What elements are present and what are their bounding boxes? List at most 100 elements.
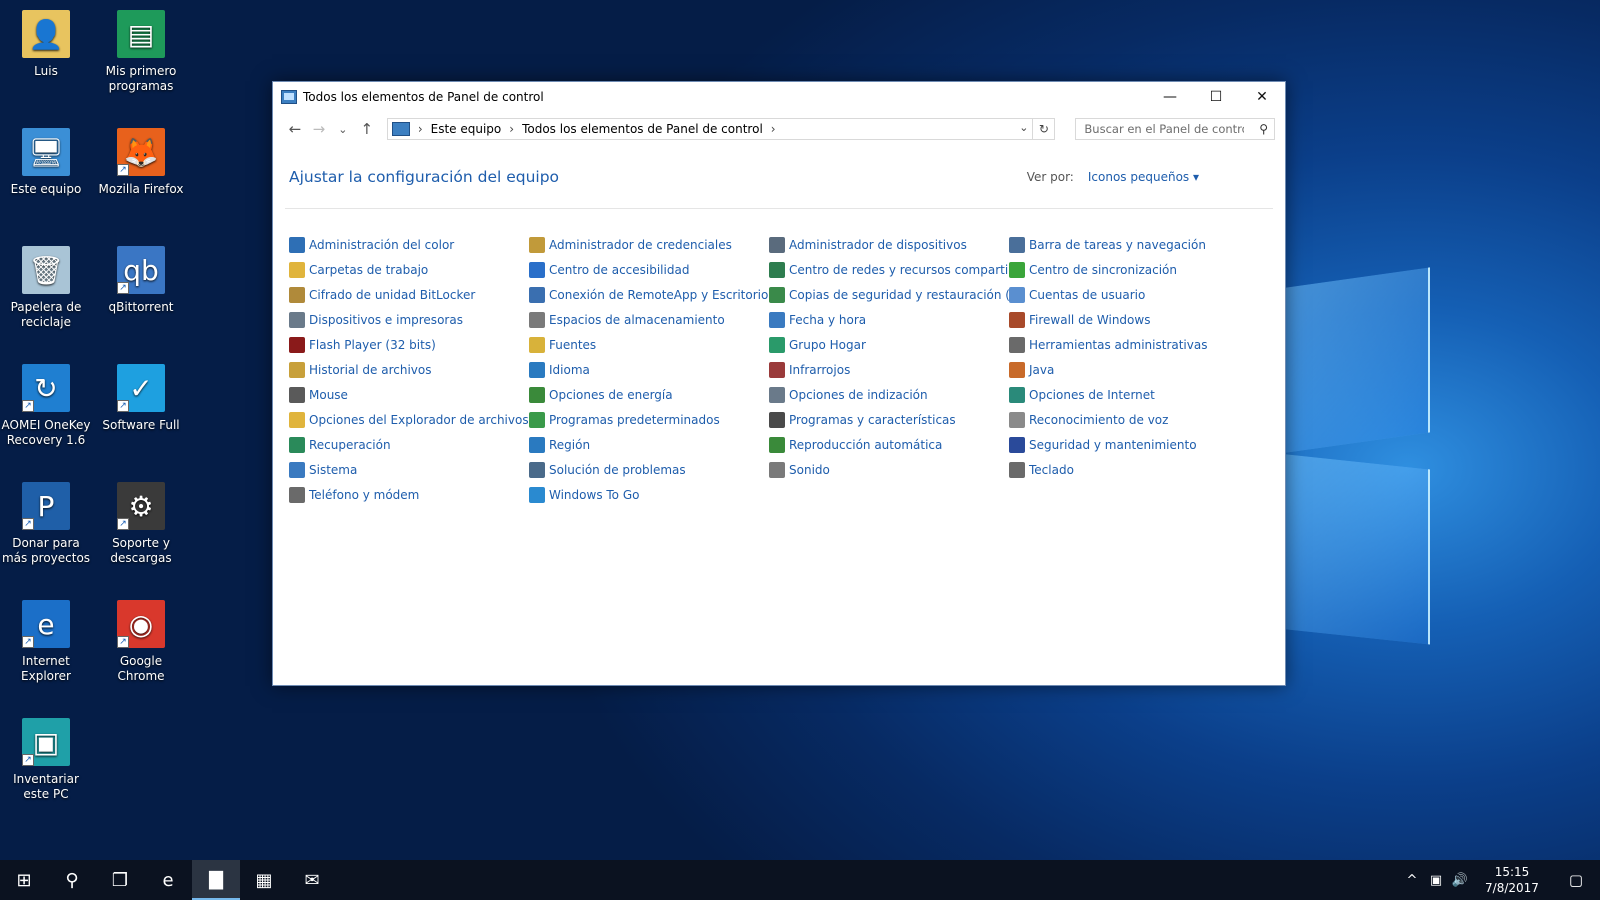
search-input[interactable]	[1084, 122, 1245, 136]
title-bar[interactable]: Todos los elementos de Panel de control …	[273, 82, 1285, 112]
control-panel-item[interactable]: Mouse	[289, 382, 529, 407]
store-icon[interactable]: ▦	[240, 860, 288, 900]
control-panel-item[interactable]: Solución de problemas	[529, 457, 769, 482]
control-panel-item[interactable]: Programas y características	[769, 407, 1009, 432]
desktop-icon[interactable]: ▤ Mis primero programas	[95, 10, 187, 94]
control-panel-item-label: Seguridad y mantenimiento	[1029, 437, 1197, 452]
network-center-icon	[769, 261, 785, 278]
desktop-icon[interactable]: 🦊 ↗ Mozilla Firefox	[95, 128, 187, 197]
control-panel-window: Todos los elementos de Panel de control …	[272, 81, 1286, 686]
control-panel-item-label: Mouse	[309, 387, 348, 402]
address-bar[interactable]: › Este equipo › Todos los elementos de P…	[386, 118, 1056, 140]
maximize-button[interactable]: ☐	[1193, 82, 1239, 112]
control-panel-item-label: Barra de tareas y navegación	[1029, 237, 1206, 252]
control-panel-item[interactable]: Conexión de RemoteApp y Escritorio	[529, 282, 769, 307]
desktop-icon[interactable]: P ↗ Donar para más proyectos	[0, 482, 92, 566]
show-hidden-icons-chevron-icon[interactable]: ^	[1400, 873, 1424, 888]
control-panel-item[interactable]: Reproducción automática	[769, 432, 1009, 457]
control-panel-item[interactable]: Centro de sincronización	[1009, 257, 1249, 282]
fonts-icon	[529, 336, 545, 353]
start-icon[interactable]: ⊞	[0, 860, 48, 900]
breadcrumb-control-panel[interactable]: Todos los elementos de Panel de control	[522, 122, 763, 136]
control-panel-item[interactable]: Dispositivos e impresoras	[289, 307, 529, 332]
qbittorrent-icon: qb ↗	[117, 246, 165, 294]
back-arrow-icon[interactable]: ←	[283, 120, 307, 138]
control-panel-item[interactable]: Sistema	[289, 457, 529, 482]
control-panel-item[interactable]: Fecha y hora	[769, 307, 1009, 332]
search-icon[interactable]: ⚲	[48, 860, 96, 900]
clock[interactable]: 15:15 7/8/2017	[1472, 864, 1552, 896]
desktop-icon[interactable]: 🖥 Este equipo	[0, 128, 92, 197]
control-panel-item[interactable]: Java	[1009, 357, 1249, 382]
control-panel-item[interactable]: Sonido	[769, 457, 1009, 482]
control-panel-item[interactable]: Windows To Go	[529, 482, 769, 507]
page-title: Ajustar la configuración del equipo	[289, 168, 560, 186]
control-panel-item[interactable]: Infrarrojos	[769, 357, 1009, 382]
desktop-icon[interactable]: ✓ ↗ Software Full	[95, 364, 187, 433]
control-panel-item[interactable]: Teléfono y módem	[289, 482, 529, 507]
control-panel-item[interactable]: Centro de redes y recursos comparti...	[769, 257, 1009, 282]
control-panel-item[interactable]: Fuentes	[529, 332, 769, 357]
control-panel-item[interactable]: Reconocimiento de voz	[1009, 407, 1249, 432]
control-panel-item[interactable]: Firewall de Windows	[1009, 307, 1249, 332]
close-button[interactable]: ✕	[1239, 82, 1285, 112]
control-panel-item[interactable]: Opciones de energía	[529, 382, 769, 407]
control-panel-item[interactable]: Cifrado de unidad BitLocker	[289, 282, 529, 307]
desktop-icon[interactable]: ⚙ ↗ Soporte y descargas	[95, 482, 187, 566]
control-panel-item[interactable]: Programas predeterminados	[529, 407, 769, 432]
view-by-dropdown[interactable]: Iconos pequeños ▾	[1088, 170, 1199, 184]
refresh-icon[interactable]: ↻	[1032, 119, 1054, 139]
control-panel-item[interactable]: Recuperación	[289, 432, 529, 457]
file-explorer-icon[interactable]: ▇	[192, 860, 240, 900]
control-panel-item[interactable]: Centro de accesibilidad	[529, 257, 769, 282]
control-panel-item[interactable]: Copias de seguridad y restauración (...	[769, 282, 1009, 307]
desktop-icon[interactable]: ↻ ↗ AOMEI OneKey Recovery 1.6	[0, 364, 92, 448]
control-panel-item[interactable]: Región	[529, 432, 769, 457]
backup-restore-icon	[769, 286, 785, 303]
control-panel-item[interactable]: Seguridad y mantenimiento	[1009, 432, 1249, 457]
chrome-icon: ◉ ↗	[117, 600, 165, 648]
control-panel-item[interactable]: Grupo Hogar	[769, 332, 1009, 357]
shortcut-arrow-icon: ↗	[22, 518, 34, 530]
control-panel-item-label: Recuperación	[309, 437, 391, 452]
desktop-icon[interactable]: e ↗ Internet Explorer	[0, 600, 92, 684]
desktop-icon[interactable]: 👤 Luis	[0, 10, 92, 79]
control-panel-item[interactable]: Administración del color	[289, 232, 529, 257]
control-panel-item[interactable]: Herramientas administrativas	[1009, 332, 1249, 357]
breadcrumb-este-equipo[interactable]: Este equipo	[431, 122, 502, 136]
firewall-icon	[1009, 311, 1025, 328]
action-center-icon[interactable]: ▢	[1552, 871, 1600, 889]
task-view-icon[interactable]: ❐	[96, 860, 144, 900]
address-dropdown-chevron-icon[interactable]: ⌄	[1019, 121, 1028, 134]
control-panel-item[interactable]: Opciones de Internet	[1009, 382, 1249, 407]
control-panel-item[interactable]: Historial de archivos	[289, 357, 529, 382]
control-panel-item-label: Java	[1029, 362, 1055, 377]
control-panel-item[interactable]: Teclado	[1009, 457, 1249, 482]
control-panel-item[interactable]: Administrador de dispositivos	[769, 232, 1009, 257]
control-panel-item[interactable]: Cuentas de usuario	[1009, 282, 1249, 307]
desktop-icon[interactable]: ◉ ↗ Google Chrome	[95, 600, 187, 684]
minimize-button[interactable]: —	[1147, 82, 1193, 112]
control-panel-item-label: Opciones de energía	[549, 387, 673, 402]
edge-icon[interactable]: e	[144, 860, 192, 900]
desktop-icon[interactable]: qb ↗ qBittorrent	[95, 246, 187, 315]
forward-arrow-icon[interactable]: →	[307, 120, 331, 138]
control-panel-item[interactable]: Barra de tareas y navegación	[1009, 232, 1249, 257]
mail-icon[interactable]: ✉	[288, 860, 336, 900]
volume-icon[interactable]: 🔊	[1448, 873, 1472, 888]
network-icon[interactable]: ▣	[1424, 873, 1448, 888]
control-panel-item[interactable]: Carpetas de trabajo	[289, 257, 529, 282]
control-panel-item[interactable]: Administrador de credenciales	[529, 232, 769, 257]
search-icon[interactable]: ⚲	[1259, 122, 1268, 136]
control-panel-item[interactable]: Flash Player (32 bits)	[289, 332, 529, 357]
control-panel-item[interactable]: Opciones del Explorador de archivos	[289, 407, 529, 432]
desktop-icon[interactable]: ▣ ↗ Inventariar este PC	[0, 718, 92, 802]
recent-locations-chevron-icon[interactable]: ⌄	[331, 123, 355, 136]
search-box[interactable]: ⚲	[1075, 118, 1276, 140]
date-time-icon	[769, 311, 785, 328]
control-panel-item[interactable]: Espacios de almacenamiento	[529, 307, 769, 332]
control-panel-item[interactable]: Idioma	[529, 357, 769, 382]
desktop-icon[interactable]: 🗑 Papelera de reciclaje	[0, 246, 92, 330]
control-panel-item[interactable]: Opciones de indización	[769, 382, 1009, 407]
up-arrow-icon[interactable]: ↑	[355, 120, 379, 138]
